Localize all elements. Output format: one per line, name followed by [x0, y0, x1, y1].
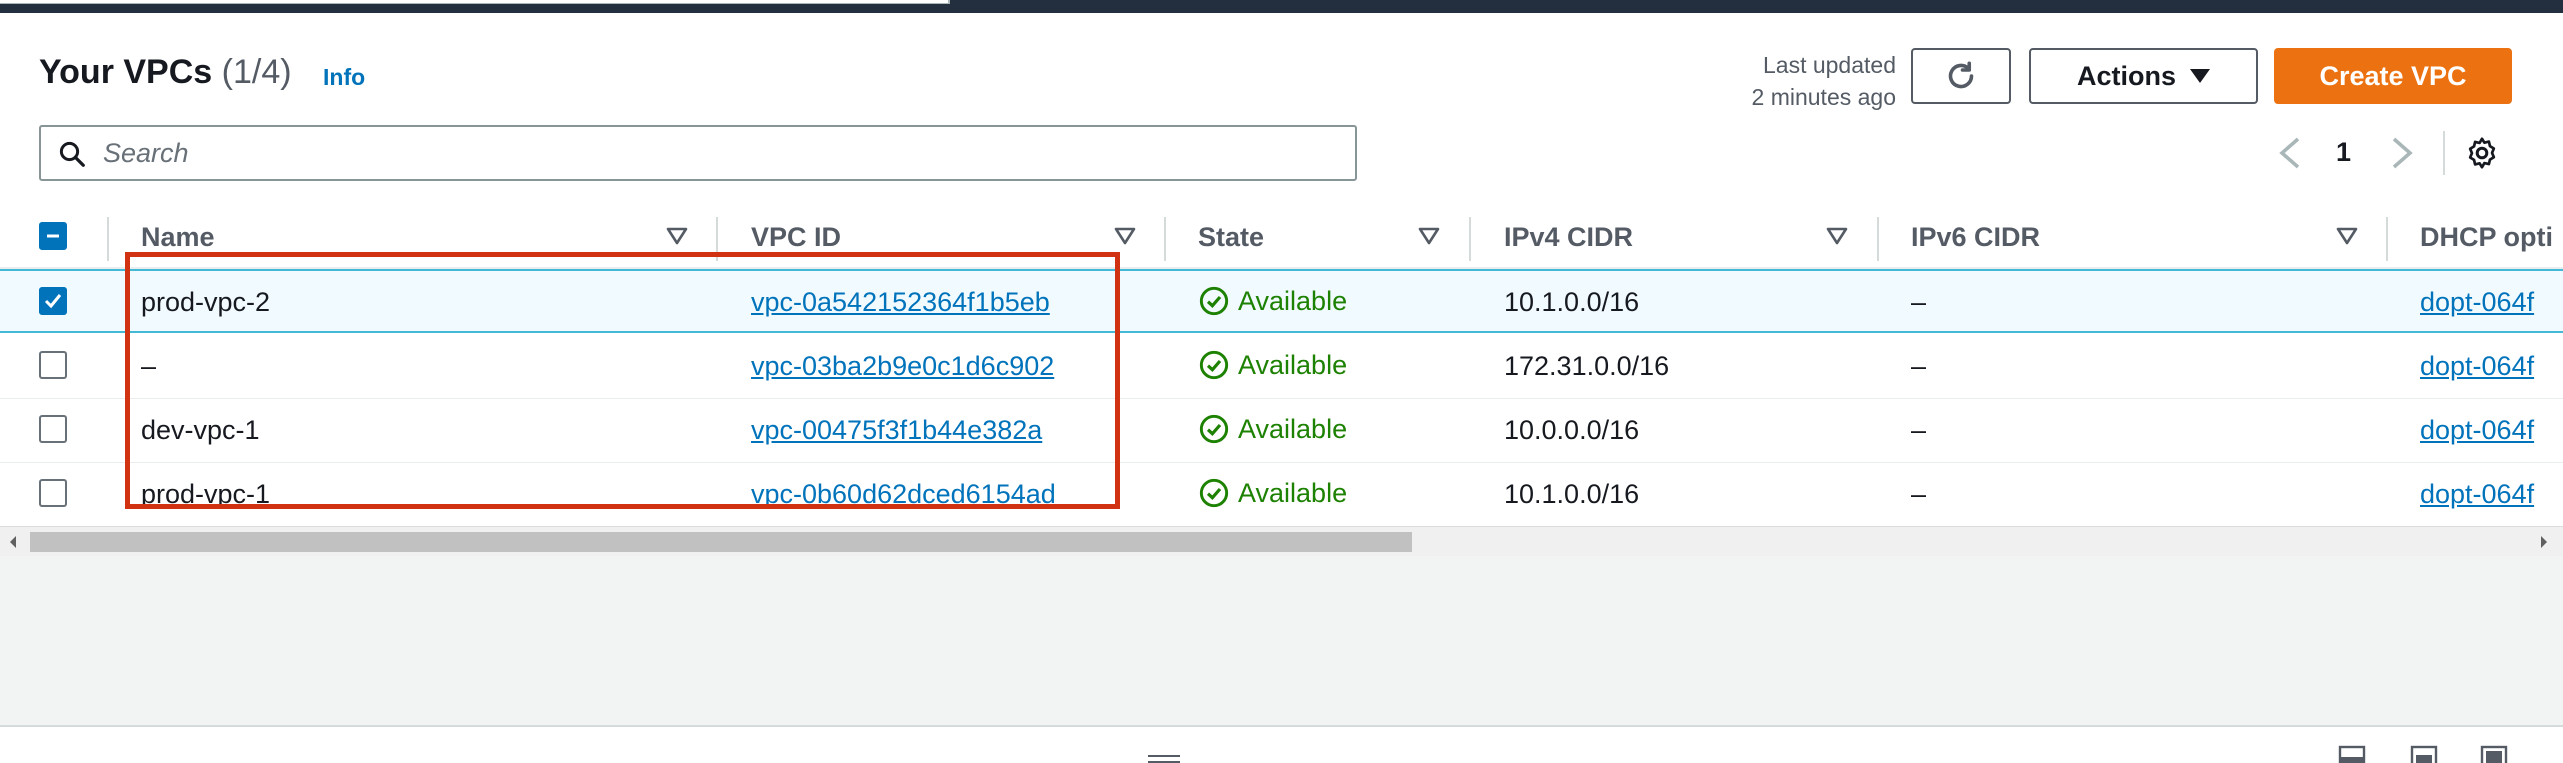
table-row[interactable]: – vpc-03ba2b9e0c1d6c902 Available 172.31…: [0, 335, 2563, 399]
vpc-id-link[interactable]: vpc-03ba2b9e0c1d6c902: [751, 351, 1054, 382]
vpc-id-link[interactable]: vpc-00475f3f1b44e382a: [751, 415, 1042, 446]
current-page-number[interactable]: 1: [2336, 137, 2351, 168]
vpc-ipv4-cidr: 172.31.0.0/16: [1504, 351, 1670, 381]
indeterminate-icon: [47, 234, 59, 238]
vpc-state-label: Available: [1238, 349, 1348, 380]
actions-label: Actions: [2076, 60, 2176, 91]
vpc-name: –: [141, 351, 157, 381]
scroll-right-icon[interactable]: [2539, 535, 2549, 549]
checkmark-icon: [44, 294, 62, 309]
pagination-divider: [2443, 131, 2445, 175]
next-page-icon[interactable]: [2390, 137, 2414, 169]
table-header: Name VPC ID State IPv4 CIDR IPv6 CIDR DH…: [0, 207, 2563, 269]
vpc-ipv6-cidr: –: [1911, 351, 1927, 381]
vpc-ipv4-cidr: 10.0.0.0/16: [1504, 415, 1640, 445]
sort-down-icon[interactable]: [1418, 227, 1440, 245]
vpc-ipv4-cidr: 10.1.0.0/16: [1504, 287, 1640, 317]
selection-count: (1/4): [221, 53, 292, 91]
table-row[interactable]: prod-vpc-2 vpc-0a542152364f1b5eb Availab…: [0, 269, 2563, 333]
vpc-state-label: Available: [1238, 477, 1348, 508]
row-checkbox[interactable]: [39, 351, 67, 379]
search-box[interactable]: [39, 125, 1357, 181]
dhcp-options-link[interactable]: dopt-064f: [2420, 287, 2534, 318]
row-checkbox[interactable]: [39, 479, 67, 507]
last-updated-time: 2 minutes ago: [1751, 84, 1896, 110]
table-row[interactable]: prod-vpc-1 vpc-0b60d62dced6154ad Availab…: [0, 463, 2563, 527]
dhcp-options-link[interactable]: dopt-064f: [2420, 351, 2534, 382]
vpc-ipv6-cidr: –: [1911, 287, 1927, 317]
dhcp-options-link[interactable]: dopt-064f: [2420, 415, 2534, 446]
sort-down-icon[interactable]: [666, 227, 688, 245]
vpc-ipv6-cidr: –: [1911, 479, 1927, 509]
column-header-name[interactable]: Name: [141, 222, 215, 253]
vpc-state: Available: [1198, 477, 1347, 509]
column-divider[interactable]: [716, 217, 718, 261]
column-divider[interactable]: [1469, 217, 1471, 261]
page-title-text: Your VPCs: [39, 53, 213, 91]
column-header-dhcp-options[interactable]: DHCP opti: [2420, 222, 2553, 253]
vpc-state-label: Available: [1238, 285, 1348, 316]
refresh-icon: [1948, 61, 1974, 89]
sort-down-icon[interactable]: [2336, 227, 2358, 245]
vpc-state-label: Available: [1238, 413, 1348, 444]
gear-icon[interactable]: [2464, 135, 2500, 171]
split-panel-bar: [0, 725, 2563, 763]
check-circle-icon: [1199, 350, 1229, 380]
horizontal-scrollbar[interactable]: [0, 526, 2563, 556]
column-header-ipv4-cidr[interactable]: IPv4 CIDR: [1504, 222, 1633, 253]
column-divider[interactable]: [1164, 217, 1166, 261]
vpc-ipv6-cidr: –: [1911, 415, 1927, 445]
layout-side-icon[interactable]: [2410, 745, 2438, 763]
column-header-vpc-id[interactable]: VPC ID: [751, 222, 841, 253]
column-divider[interactable]: [1877, 217, 1879, 261]
dhcp-options-link[interactable]: dopt-064f: [2420, 479, 2534, 510]
row-checkbox[interactable]: [39, 287, 67, 315]
vpc-id-link[interactable]: vpc-0a542152364f1b5eb: [751, 287, 1050, 318]
vpc-name: dev-vpc-1: [141, 415, 260, 445]
info-link[interactable]: Info: [323, 64, 365, 91]
create-vpc-button[interactable]: Create VPC: [2274, 48, 2512, 104]
vpc-name: prod-vpc-1: [141, 479, 271, 509]
scroll-left-icon[interactable]: [8, 535, 18, 549]
table-row[interactable]: dev-vpc-1 vpc-00475f3f1b44e382a Availabl…: [0, 399, 2563, 463]
caret-down-icon: [2190, 69, 2210, 83]
vpc-list-panel: Your VPCs (1/4) Info Last updated 2 minu…: [0, 13, 2563, 556]
last-updated-label: Last updated: [1762, 52, 1896, 78]
vpc-state: Available: [1198, 413, 1347, 445]
vpc-id-link[interactable]: vpc-0b60d62dced6154ad: [751, 479, 1056, 510]
column-divider: [107, 217, 109, 261]
vpc-ipv4-cidr: 10.1.0.0/16: [1504, 479, 1640, 509]
vpc-state: Available: [1198, 349, 1347, 381]
drag-handle-icon[interactable]: [1146, 753, 1182, 763]
row-checkbox[interactable]: [39, 415, 67, 443]
sort-down-icon[interactable]: [1826, 227, 1848, 245]
vpc-name: prod-vpc-2: [141, 287, 271, 317]
vpc-state: Available: [1198, 285, 1347, 317]
column-header-state[interactable]: State: [1198, 222, 1264, 253]
select-all-checkbox[interactable]: [39, 222, 67, 250]
page-title: Your VPCs (1/4): [39, 53, 292, 92]
browser-tab-edge: [0, 0, 950, 4]
scrollbar-thumb[interactable]: [30, 532, 1412, 552]
check-circle-icon: [1199, 286, 1229, 316]
column-header-ipv6-cidr[interactable]: IPv6 CIDR: [1911, 222, 2040, 253]
actions-dropdown-button[interactable]: Actions: [2029, 48, 2258, 104]
last-updated: Last updated 2 minutes ago: [1752, 49, 1896, 113]
layout-full-icon[interactable]: [2480, 745, 2508, 763]
check-circle-icon: [1199, 478, 1229, 508]
refresh-button[interactable]: [1911, 48, 2011, 104]
search-input[interactable]: [103, 135, 1303, 171]
column-divider[interactable]: [2386, 217, 2388, 261]
sort-down-icon[interactable]: [1114, 227, 1136, 245]
search-icon: [59, 141, 85, 167]
check-circle-icon: [1199, 414, 1229, 444]
layout-bottom-icon[interactable]: [2338, 745, 2366, 763]
browser-top-bar: [0, 0, 2563, 13]
previous-page-icon[interactable]: [2278, 137, 2302, 169]
